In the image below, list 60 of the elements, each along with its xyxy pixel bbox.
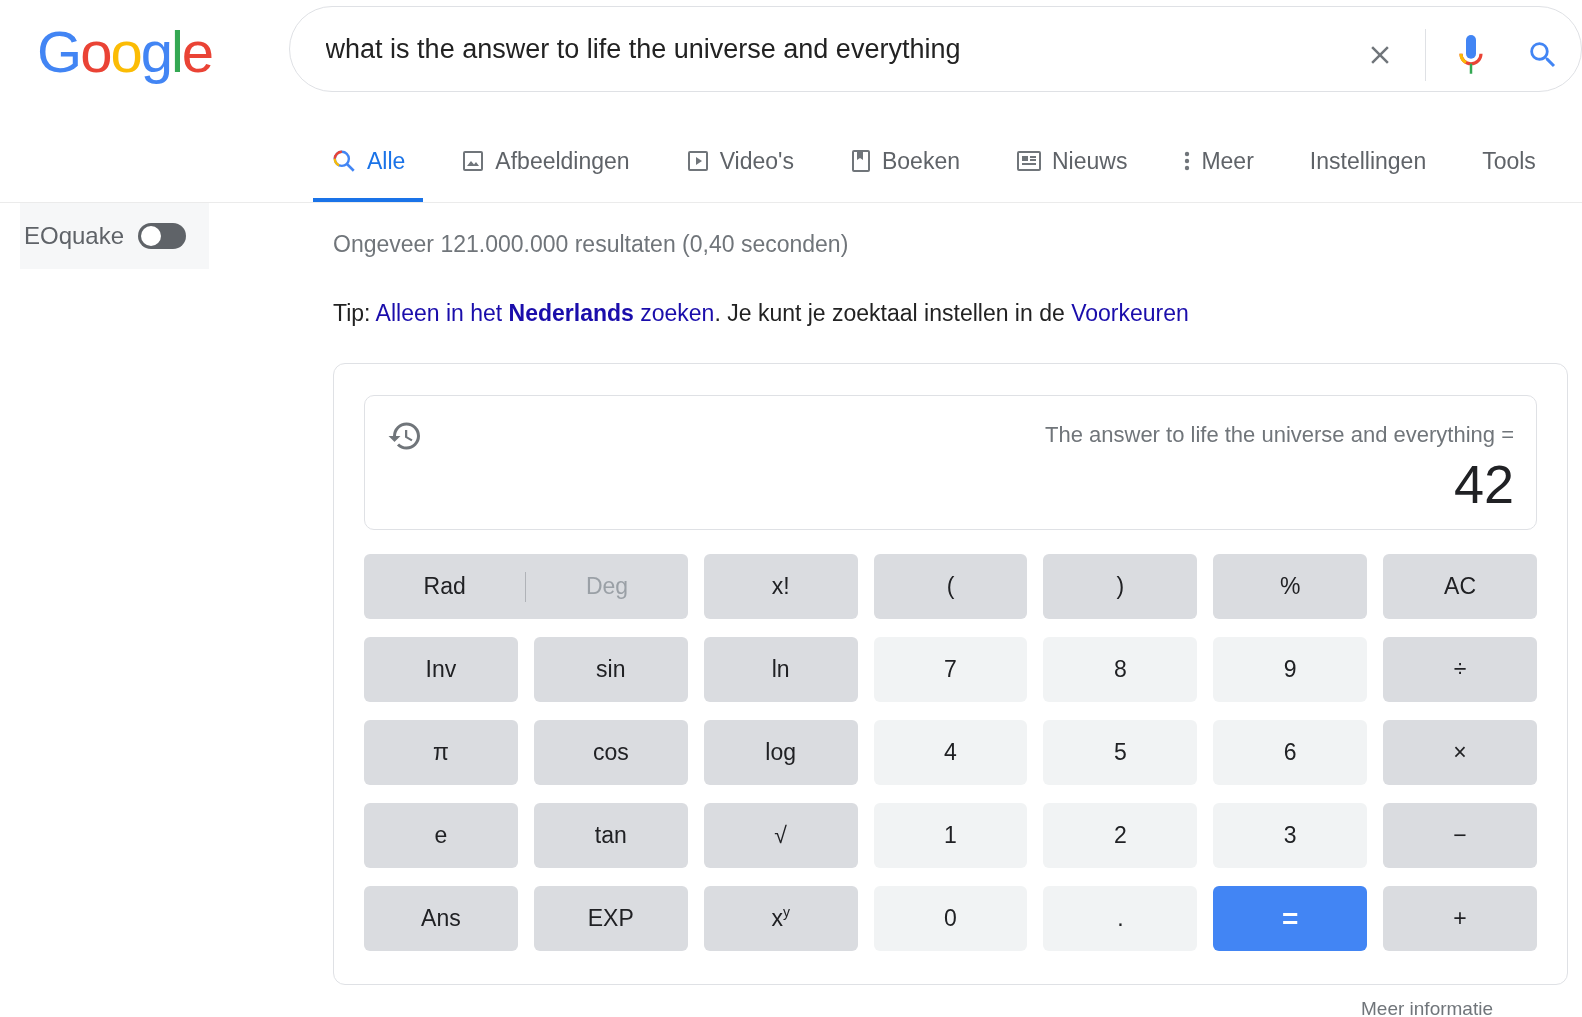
search-tab[interactable]: Instellingen (1291, 124, 1445, 202)
search-input[interactable]: what is the answer to life the universe and everything (325, 28, 1561, 70)
calculator-key[interactable]: √ (703, 803, 858, 868)
equals-key[interactable]: = (1213, 886, 1368, 951)
search-tab[interactable]: Afbeeldingen (443, 124, 648, 202)
google-logo[interactable]: Google (37, 19, 213, 84)
calculator-key[interactable]: 8 (1043, 637, 1198, 702)
search-tab[interactable]: Nieuws (998, 124, 1146, 202)
search-tab[interactable]: Video's (667, 124, 812, 202)
calculator-key[interactable]: 5 (1043, 720, 1198, 785)
angle-mode-switch[interactable]: Rad Deg (364, 554, 688, 619)
calculator-key[interactable]: 4 (873, 720, 1028, 785)
search-tab[interactable]: Alle (313, 124, 424, 202)
calculator-key[interactable]: ÷ (1383, 637, 1537, 702)
calculator-key[interactable]: x! (703, 554, 858, 619)
calculator-key[interactable]: ) (1043, 554, 1198, 619)
calculator-key[interactable]: 1 (873, 803, 1028, 868)
more-icon (1183, 149, 1192, 173)
calculation-result: 42 (1453, 457, 1514, 511)
calculator-key[interactable]: 3 (1213, 803, 1368, 868)
calculator-key[interactable]: sin (533, 637, 688, 702)
newspaper-icon (1016, 150, 1042, 172)
calculator-key[interactable]: ln (703, 637, 858, 702)
calculator-key[interactable]: Inv (364, 637, 518, 702)
toggle-switch[interactable] (138, 223, 187, 249)
more-info-link[interactable]: Meer informatie (1361, 995, 1493, 1017)
text-link[interactable]: Voorkeuren (1071, 299, 1189, 326)
calculator-key[interactable]: tan (533, 803, 688, 868)
calculator-key[interactable]: ( (873, 554, 1028, 619)
search-tab[interactable]: Boeken (831, 124, 978, 202)
calculator-key[interactable]: cos (533, 720, 688, 785)
calculator-key[interactable]: × (1383, 720, 1537, 785)
calculator-key[interactable]: Ans (364, 886, 518, 951)
calculator-key[interactable]: e (364, 803, 518, 868)
calculator-key[interactable]: AC (1383, 554, 1537, 619)
calculator-key[interactable]: % (1213, 554, 1368, 619)
search-tab[interactable]: Meer (1165, 124, 1272, 202)
calculator-key[interactable]: 0 (873, 886, 1028, 951)
search-icon (331, 148, 357, 174)
book-icon (849, 149, 872, 173)
play-icon (685, 149, 710, 173)
calculator-key[interactable]: 2 (1043, 803, 1198, 868)
result-stats: Ongeveer 121.000.000 resultaten (0,40 seconden) (333, 230, 850, 259)
calculator-key[interactable]: 9 (1213, 637, 1368, 702)
angle-mode-option[interactable]: Rad (364, 569, 526, 604)
calculator-key[interactable]: π (364, 720, 518, 785)
calculator-key[interactable]: EXP (533, 886, 688, 951)
calculator-key[interactable]: 6 (1213, 720, 1368, 785)
calculator-key[interactable]: 7 (873, 637, 1028, 702)
text-link[interactable]: Alleen in het Nederlands zoeken (375, 299, 715, 326)
calculator-key[interactable]: x$^{y}$ (703, 886, 858, 951)
calculator-key[interactable]: + (1383, 886, 1537, 951)
search-tab[interactable]: Tools (1464, 124, 1554, 202)
language-tip: Tip: Alleen in het Nederlands zoeken. Je kunt je zoektaal instellen in de Voorkeuren (333, 298, 1190, 328)
extension-label: EOquake (24, 221, 125, 251)
calculator-key[interactable]: log (703, 720, 858, 785)
calculation-expression: The answer to life the universe and everything = (1045, 421, 1514, 449)
image-icon (461, 149, 486, 173)
calculator-key[interactable]: . (1043, 886, 1198, 951)
calculator-key[interactable]: − (1383, 803, 1537, 868)
